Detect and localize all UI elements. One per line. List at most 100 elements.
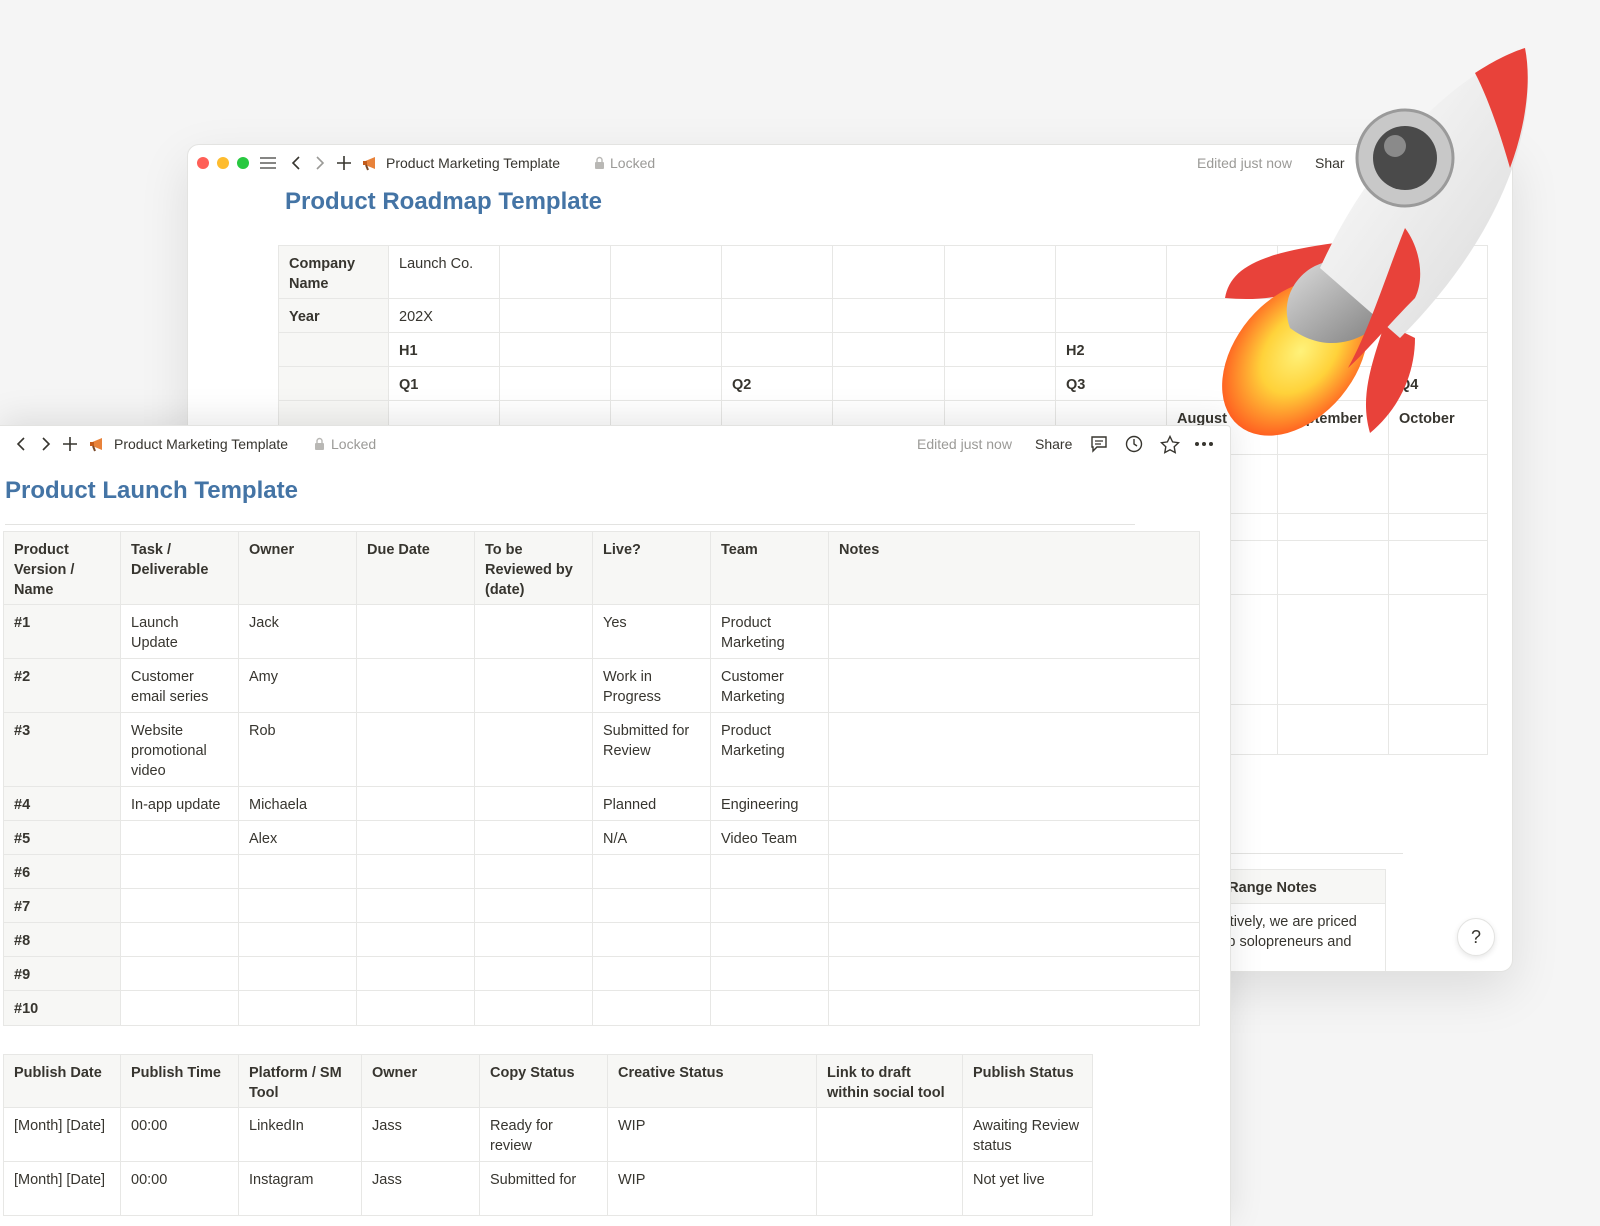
back-arrow-icon[interactable]: [290, 145, 302, 181]
table-cell[interactable]: [239, 991, 357, 1026]
table-cell[interactable]: [121, 889, 239, 923]
locked-label[interactable]: Locked: [331, 426, 376, 462]
table-cell[interactable]: [711, 957, 829, 991]
locked-label[interactable]: Locked: [610, 145, 655, 181]
table-cell[interactable]: [593, 991, 711, 1026]
table-cell[interactable]: [593, 957, 711, 991]
table-cell[interactable]: [593, 855, 711, 889]
column-header[interactable]: Copy Status: [480, 1054, 608, 1108]
row-header[interactable]: #8: [3, 923, 121, 957]
table-cell[interactable]: [121, 957, 239, 991]
zoom-window-button[interactable]: [237, 157, 249, 169]
table-cell[interactable]: [829, 957, 1200, 991]
table-cell[interactable]: [475, 713, 593, 787]
table-cell[interactable]: Not yet live: [963, 1162, 1093, 1216]
forward-arrow-icon[interactable]: [314, 145, 326, 181]
table-cell[interactable]: Engineering: [711, 787, 829, 821]
table-cell[interactable]: [357, 923, 475, 957]
table-cell[interactable]: [239, 855, 357, 889]
table-cell[interactable]: [475, 957, 593, 991]
table-cell[interactable]: [475, 991, 593, 1026]
row-header[interactable]: #4: [3, 787, 121, 821]
table-cell[interactable]: Amy: [239, 659, 357, 713]
table-cell[interactable]: [357, 605, 475, 659]
table-cell[interactable]: [475, 659, 593, 713]
table-cell[interactable]: Michaela: [239, 787, 357, 821]
table-cell[interactable]: WIP: [608, 1108, 817, 1162]
table-cell[interactable]: Work in Progress: [593, 659, 711, 713]
column-header[interactable]: To be Reviewed by (date): [475, 531, 593, 605]
table-cell[interactable]: [829, 713, 1200, 787]
column-header[interactable]: Owner: [239, 531, 357, 605]
table-cell[interactable]: [357, 991, 475, 1026]
star-icon[interactable]: [1160, 426, 1180, 462]
comment-icon[interactable]: [1090, 426, 1108, 462]
table-cell[interactable]: Customer email series: [121, 659, 239, 713]
table-cell[interactable]: Rob: [239, 713, 357, 787]
table-cell[interactable]: [711, 991, 829, 1026]
table-cell[interactable]: LinkedIn: [239, 1108, 362, 1162]
table-cell[interactable]: [829, 659, 1200, 713]
column-header[interactable]: Link to draft within social tool: [817, 1054, 963, 1108]
table-cell[interactable]: Product Marketing: [711, 713, 829, 787]
column-header[interactable]: Platform / SM Tool: [239, 1054, 362, 1108]
table-cell[interactable]: [711, 889, 829, 923]
plus-icon[interactable]: [336, 145, 352, 181]
table-cell[interactable]: Customer Marketing: [711, 659, 829, 713]
row-header[interactable]: #2: [3, 659, 121, 713]
back-arrow-icon[interactable]: [15, 426, 27, 462]
column-header[interactable]: Notes: [829, 531, 1200, 605]
row-header[interactable]: #10: [3, 991, 121, 1026]
table-cell[interactable]: Ready for review: [480, 1108, 608, 1162]
table-cell[interactable]: [121, 821, 239, 855]
table-cell[interactable]: Awaiting Review status: [963, 1108, 1093, 1162]
column-header[interactable]: Publish Status: [963, 1054, 1093, 1108]
table-cell[interactable]: [829, 787, 1200, 821]
table-cell[interactable]: 00:00: [121, 1108, 239, 1162]
table-cell[interactable]: [829, 821, 1200, 855]
menu-icon[interactable]: [259, 145, 277, 181]
clock-icon[interactable]: [1125, 426, 1143, 462]
table-cell[interactable]: [475, 923, 593, 957]
row-header[interactable]: #5: [3, 821, 121, 855]
table-cell[interactable]: Alex: [239, 821, 357, 855]
table-cell[interactable]: N/A: [593, 821, 711, 855]
column-header[interactable]: Product Version / Name: [3, 531, 121, 605]
row-header[interactable]: #3: [3, 713, 121, 787]
breadcrumb-title[interactable]: Product Marketing Template: [114, 426, 288, 462]
table-cell[interactable]: 00:00: [121, 1162, 239, 1216]
table-cell[interactable]: Product Marketing: [711, 605, 829, 659]
table-cell[interactable]: [357, 821, 475, 855]
column-header[interactable]: Team: [711, 531, 829, 605]
table-cell[interactable]: Jass: [362, 1162, 480, 1216]
table-cell[interactable]: [Month] [Date]: [3, 1108, 121, 1162]
table-cell[interactable]: In-app update: [121, 787, 239, 821]
close-window-button[interactable]: [197, 157, 209, 169]
column-header[interactable]: Publish Date: [3, 1054, 121, 1108]
row-header[interactable]: #9: [3, 957, 121, 991]
table-cell[interactable]: [357, 889, 475, 923]
table-cell[interactable]: [475, 855, 593, 889]
table-cell[interactable]: [239, 889, 357, 923]
table-cell[interactable]: [357, 713, 475, 787]
minimize-window-button[interactable]: [217, 157, 229, 169]
table-cell[interactable]: [475, 787, 593, 821]
table-cell[interactable]: Video Team: [711, 821, 829, 855]
table-cell[interactable]: Yes: [593, 605, 711, 659]
table-cell[interactable]: Jack: [239, 605, 357, 659]
more-icon[interactable]: [1194, 426, 1214, 462]
table-cell[interactable]: [121, 991, 239, 1026]
table-cell[interactable]: Submitted for Review: [593, 713, 711, 787]
table-cell[interactable]: Submitted for: [480, 1162, 608, 1216]
table-cell[interactable]: [239, 957, 357, 991]
plus-icon[interactable]: [62, 426, 78, 462]
table-cell[interactable]: [829, 923, 1200, 957]
column-header[interactable]: Due Date: [357, 531, 475, 605]
table-cell[interactable]: [593, 889, 711, 923]
table-cell[interactable]: [711, 855, 829, 889]
table-cell[interactable]: [357, 855, 475, 889]
column-header[interactable]: Owner: [362, 1054, 480, 1108]
table-cell[interactable]: Jass: [362, 1108, 480, 1162]
table-cell[interactable]: [475, 821, 593, 855]
forward-arrow-icon[interactable]: [40, 426, 52, 462]
